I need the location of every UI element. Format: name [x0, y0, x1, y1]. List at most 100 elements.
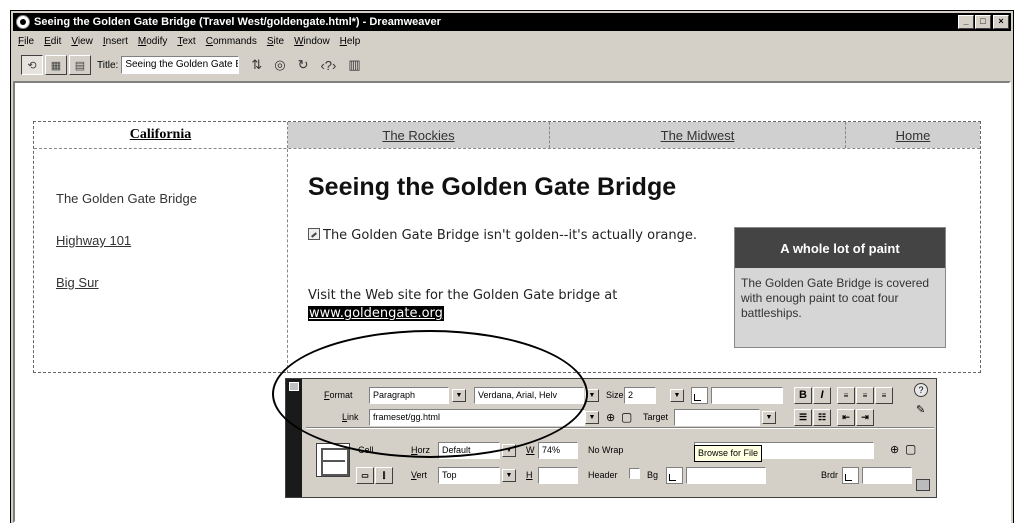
text-color-field[interactable]	[711, 387, 783, 404]
code-view-icon: ⟲	[27, 59, 37, 72]
bg-color-field[interactable]	[686, 467, 766, 484]
left-link-big-sur[interactable]: Big Sur	[56, 275, 99, 290]
border-color-field[interactable]	[862, 467, 912, 484]
split-cell-button[interactable]: ⫿	[375, 467, 393, 484]
menu-modify[interactable]: Modify	[133, 36, 172, 47]
menu-commands[interactable]: Commands	[201, 36, 262, 47]
code-navigation-icon[interactable]: ‹?›	[320, 58, 336, 73]
menu-edit[interactable]: Edit	[39, 36, 66, 47]
horz-select[interactable]: Default	[438, 442, 500, 459]
format-dropdown-icon[interactable]: ▼	[452, 389, 466, 402]
unordered-list-icon: ☰	[798, 412, 808, 422]
bg-color-swatch[interactable]	[666, 467, 683, 484]
menu-text[interactable]: Text	[172, 36, 200, 47]
left-link-highway-101[interactable]: Highway 101	[56, 233, 131, 248]
preview-browser-icon[interactable]: ◎	[274, 57, 285, 73]
horz-dropdown-icon[interactable]: ▼	[502, 444, 516, 457]
bg-browse-folder-icon[interactable]: ▢	[905, 442, 916, 456]
format-label: Format	[324, 390, 353, 400]
inspector-grip[interactable]	[286, 379, 302, 497]
link-input[interactable]: frameset/gg.html	[369, 409, 585, 426]
intro-paragraph: The Golden Gate Bridge isn't golden--it'…	[308, 227, 728, 245]
bold-button[interactable]: B	[794, 387, 812, 404]
nav-the-rockies[interactable]: The Rockies	[288, 122, 550, 148]
point-to-file-icon[interactable]: ⊕	[606, 411, 615, 424]
size-dropdown-icon[interactable]: ▼	[670, 389, 684, 402]
window-controls: _ □ ×	[958, 15, 1009, 29]
size-select[interactable]: 2	[624, 387, 656, 404]
design-view-button[interactable]: ▤	[69, 55, 91, 75]
title-label: Title:	[97, 59, 119, 71]
target-select[interactable]	[674, 409, 760, 426]
minimize-button[interactable]: _	[958, 15, 974, 29]
inspector-expander-icon[interactable]	[916, 479, 930, 491]
inspector-divider	[306, 427, 934, 429]
split-view-button[interactable]: ▦	[45, 55, 67, 75]
help-icon[interactable]: ?	[914, 383, 928, 397]
ordered-list-button[interactable]: ☷	[813, 409, 831, 426]
menu-bar: File Edit View Insert Modify Text Comman…	[13, 33, 1011, 49]
italic-button[interactable]: I	[813, 387, 831, 404]
nav-the-midwest[interactable]: The Midwest	[550, 122, 846, 148]
title-bar: Seeing the Golden Gate Bridge (Travel We…	[13, 13, 1011, 31]
sidebar-title: A whole lot of paint	[735, 228, 945, 268]
align-left-button[interactable]: ≡	[837, 387, 855, 404]
header-checkbox[interactable]	[629, 468, 640, 479]
menu-site[interactable]: Site	[262, 36, 289, 47]
menu-view[interactable]: View	[66, 36, 98, 47]
text-color-swatch[interactable]	[691, 387, 708, 404]
file-management-icon[interactable]: ⇅	[251, 57, 262, 73]
target-label: Target	[643, 412, 669, 422]
target-dropdown-icon[interactable]: ▼	[762, 411, 776, 424]
align-center-button[interactable]: ≡	[856, 387, 874, 404]
vert-dropdown-icon[interactable]: ▼	[502, 469, 516, 482]
height-input[interactable]	[538, 467, 578, 484]
nowrap-label: No Wrap	[588, 445, 624, 455]
header-label: Header	[588, 470, 618, 480]
link-label: Link	[342, 412, 359, 422]
browse-folder-icon[interactable]: ▢	[621, 410, 632, 424]
menu-help[interactable]: Help	[335, 36, 366, 47]
goldengate-link[interactable]: www.goldengate.org	[308, 306, 444, 321]
indent-button[interactable]: ⇥	[856, 409, 874, 426]
indent-icon: ⇥	[861, 412, 869, 422]
split-view-icon: ▦	[50, 59, 62, 72]
quick-tag-editor-icon[interactable]: ✎	[916, 403, 925, 416]
outdent-button[interactable]: ⇤	[837, 409, 855, 426]
menu-window[interactable]: Window	[289, 36, 335, 47]
left-column: The Golden Gate Bridge Highway 101 Big S…	[34, 149, 288, 373]
format-select[interactable]: Paragraph	[369, 387, 449, 404]
window-title: Seeing the Golden Gate Bridge (Travel We…	[34, 16, 441, 28]
border-color-swatch[interactable]	[842, 467, 859, 484]
page-title-input[interactable]: Seeing the Golden Gate Bridge	[121, 56, 240, 74]
font-select[interactable]: Verdana, Arial, Helv	[474, 387, 584, 404]
width-input[interactable]: 74%	[538, 442, 578, 459]
vert-label: Vert	[411, 470, 428, 480]
nav-california[interactable]: California	[34, 122, 288, 148]
view-options-icon[interactable]: ▥	[348, 57, 360, 73]
menu-insert[interactable]: Insert	[98, 36, 133, 47]
split-cell-icon: ⫿	[382, 471, 386, 480]
vert-select[interactable]: Top	[438, 467, 500, 484]
align-right-button[interactable]: ≡	[875, 387, 893, 404]
visit-paragraph: Visit the Web site for the Golden Gate b…	[308, 287, 748, 323]
close-button[interactable]: ×	[993, 15, 1009, 29]
bg-point-to-file-icon[interactable]: ⊕	[890, 443, 899, 456]
unordered-list-button[interactable]: ☰	[794, 409, 812, 426]
code-view-button[interactable]: ⟲	[21, 55, 43, 75]
size-label: Size	[606, 390, 624, 400]
browse-for-file-tooltip: Browse for File	[694, 445, 763, 462]
link-dropdown-icon[interactable]: ▼	[585, 411, 599, 424]
page-heading: Seeing the Golden Gate Bridge	[308, 173, 677, 201]
merge-cells-button[interactable]: ▭	[356, 467, 374, 484]
font-dropdown-icon[interactable]: ▼	[585, 389, 599, 402]
maximize-button[interactable]: □	[975, 15, 991, 29]
inspector-collapse-icon[interactable]	[289, 382, 299, 391]
nav-home[interactable]: Home	[846, 122, 980, 148]
menu-file[interactable]: File	[13, 36, 39, 47]
broken-image-icon[interactable]	[308, 228, 320, 240]
paint-sidebar: A whole lot of paint The Golden Gate Bri…	[734, 227, 946, 348]
height-label: H	[526, 470, 533, 480]
refresh-icon[interactable]: ↻	[298, 57, 309, 73]
nav-bar: California The Rockies The Midwest Home	[34, 122, 980, 148]
